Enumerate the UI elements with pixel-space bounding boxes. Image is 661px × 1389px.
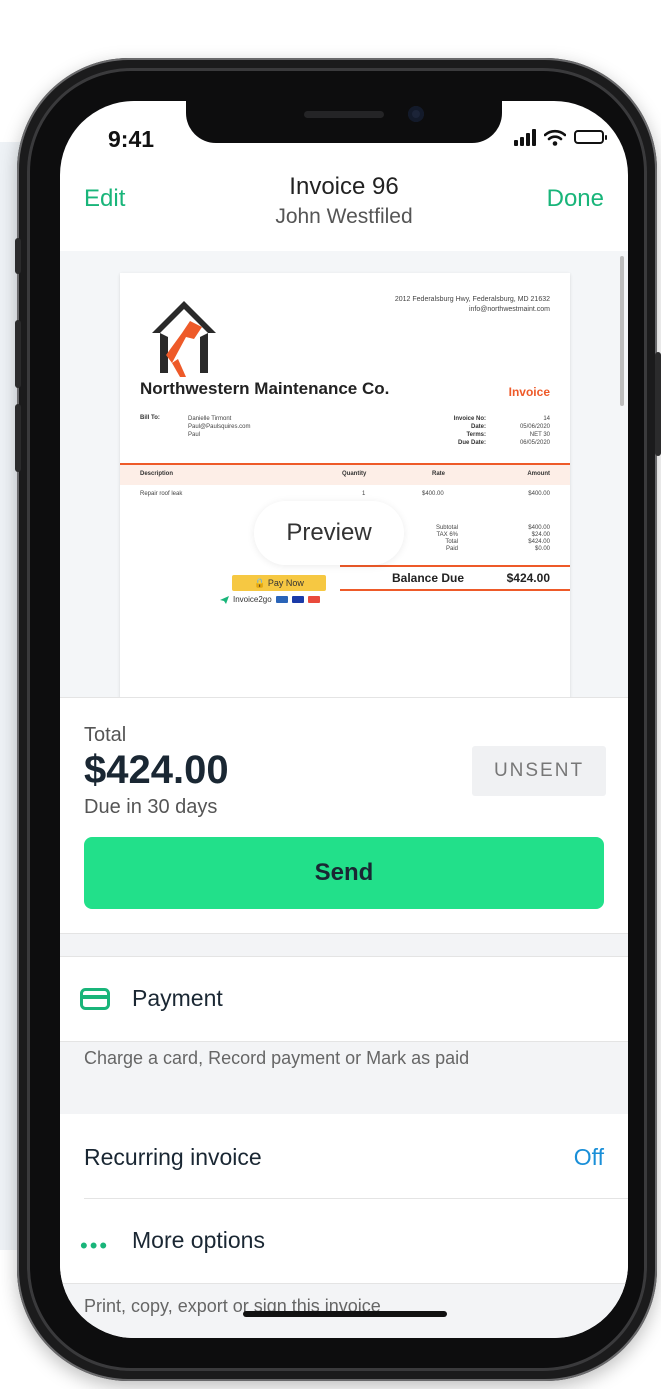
recurring-invoice-label: Recurring invoice (84, 1144, 262, 1170)
total-value: $424.00 (528, 539, 550, 545)
total-summary-panel: Total $424.00 Due in 30 days UNSENT Send (60, 697, 628, 934)
row-rate: $400.00 (422, 491, 444, 497)
totals-values: $400.00 $24.00 $424.00 $0.00 (528, 525, 550, 553)
row-description: Repair roof leak (140, 491, 183, 497)
paid-value: $0.00 (534, 546, 550, 552)
page-title: Invoice 96 (289, 173, 399, 200)
column-header-amount: Amount (527, 471, 550, 477)
mastercard-icon (307, 596, 320, 603)
scrollbar[interactable] (620, 256, 624, 406)
front-camera (408, 106, 424, 122)
invoice-no-label: Invoice No: (453, 416, 486, 422)
balance-bottom-rule (340, 589, 570, 591)
section-gap (60, 1078, 628, 1114)
due-text: Due in 30 days (84, 796, 218, 818)
signal-icon (514, 128, 536, 146)
address-line: 2012 Federalsburg Hwy, Federalsburg, MD … (394, 296, 550, 303)
section-divider (60, 933, 628, 957)
pay-now-button: 🔒 Pay Now (232, 575, 326, 591)
balance-due-value: $424.00 (506, 571, 550, 585)
tax-label: TAX 6% (436, 532, 458, 538)
invoice-meta-values: 14 05/06/2020 NET 30 06/05/2020 (520, 415, 550, 447)
home-indicator[interactable] (243, 1311, 447, 1317)
column-header-quantity: Quantity (342, 471, 367, 477)
visa-icon (291, 596, 304, 603)
invoice-no-value: 14 (543, 416, 550, 422)
client-name: John Westfiled (275, 205, 413, 228)
send-button[interactable]: Send (84, 837, 604, 909)
preview-button[interactable]: Preview (254, 501, 404, 565)
battery-icon (574, 130, 607, 144)
power-button (655, 352, 661, 456)
total-label: Total (84, 724, 127, 746)
total-amount: $424.00 (84, 748, 229, 792)
phone-screen: 9:41 Edit Invoice 96 John Westfiled Done… (60, 101, 628, 1338)
due-date-value: 06/05/2020 (519, 440, 550, 446)
payment-hint-bar: Charge a card, Record payment or Mark as… (60, 1041, 628, 1079)
more-dots-icon: ••• (80, 1233, 110, 1258)
terms-value: NET 30 (529, 432, 550, 438)
tax-value: $24.00 (531, 532, 550, 538)
more-options-label: More options (132, 1227, 265, 1253)
silent-switch (15, 238, 21, 274)
brand-name: Invoice2go (233, 595, 272, 604)
date-value: 05/06/2020 (519, 424, 550, 430)
document-type: Invoice (508, 385, 550, 399)
total-label: Total (445, 539, 458, 545)
totals-labels: Subtotal TAX 6% Total Paid (436, 525, 458, 553)
status-icons (514, 125, 607, 149)
due-date-label: Due Date: (457, 440, 486, 446)
status-badge: UNSENT (472, 746, 606, 796)
payment-row[interactable]: Payment (60, 957, 628, 1041)
company-address: 2012 Federalsburg Hwy, Federalsburg, MD … (395, 295, 550, 315)
subtotal-value: $400.00 (528, 525, 550, 531)
payment-hint: Charge a card, Record payment or Mark as… (84, 1048, 470, 1068)
paid-label: Paid (445, 546, 458, 552)
volume-down-button (15, 404, 21, 472)
row-quantity: 1 (362, 491, 366, 497)
house-hammer-logo-icon (152, 301, 216, 377)
done-button[interactable]: Done (547, 185, 604, 213)
more-options-row[interactable]: ••• More options (60, 1199, 628, 1283)
row-amount: $400.00 (528, 491, 550, 497)
invoice-document[interactable]: 2012 Federalsburg Hwy, Federalsburg, MD … (120, 273, 570, 701)
bill-to-label: Bill To: (140, 415, 160, 421)
bill-to-name: Danielle Tirmont (188, 416, 232, 422)
status-time: 9:41 (108, 126, 155, 152)
payment-label: Payment (132, 985, 223, 1011)
wifi-icon (544, 129, 566, 146)
credit-card-icon (80, 988, 110, 1010)
recurring-invoice-row[interactable]: Recurring invoice Off (60, 1114, 628, 1198)
payment-brands: Invoice2go (220, 595, 320, 604)
speaker-grille (304, 111, 384, 118)
paper-plane-icon (220, 595, 229, 604)
terms-label: Terms: (466, 432, 486, 438)
address-email: info@northwestmaint.com (468, 306, 550, 313)
column-header-description: Description (140, 471, 174, 477)
paypal-icon (275, 596, 288, 603)
bill-to-info: Danielle Tirmont Paul@Paulsquires.com Pa… (188, 415, 250, 439)
column-header-rate: Rate (432, 471, 446, 477)
company-name: Northwestern Maintenance Co. (140, 379, 390, 398)
invoice-meta-labels: Invoice No: Date: Terms: Due Date: (454, 415, 486, 447)
bill-to-extra: Paul (188, 432, 201, 438)
subtotal-label: Subtotal (435, 525, 458, 531)
notch (186, 101, 502, 143)
bill-to-email: Paul@Paulsquires.com (188, 424, 251, 430)
volume-up-button (15, 320, 21, 388)
recurring-invoice-value[interactable]: Off (574, 1144, 604, 1171)
balance-due-label: Balance Due (392, 571, 465, 585)
balance-top-rule (340, 565, 570, 567)
date-label: Date: (470, 424, 486, 430)
